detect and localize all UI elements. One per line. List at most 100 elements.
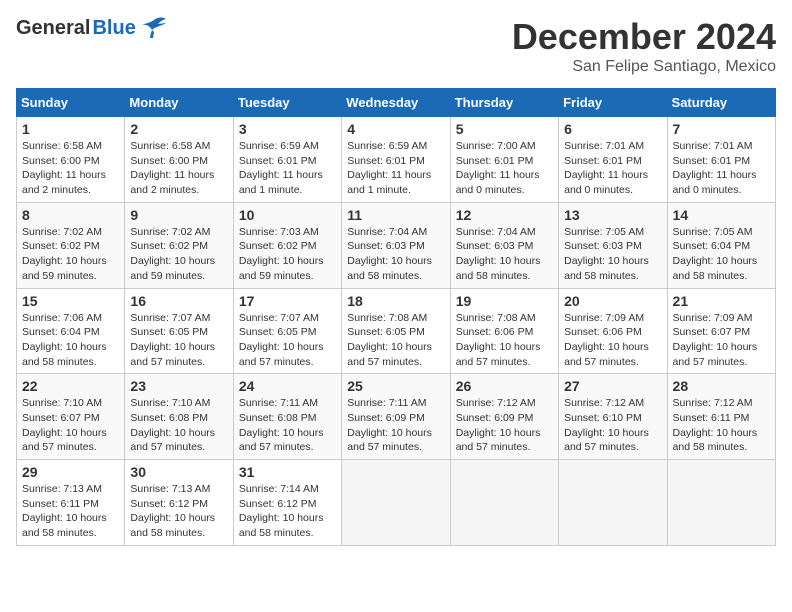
- logo-bird-icon: [140, 16, 168, 40]
- day-info: Sunrise: 7:04 AM Sunset: 6:03 PM Dayligh…: [456, 225, 553, 284]
- calendar-week-row: 29Sunrise: 7:13 AM Sunset: 6:11 PM Dayli…: [17, 460, 776, 546]
- calendar-cell: 19 Sunrise: 7:08 AM Sunset: 6:06 PM Dayli…: [450, 288, 558, 374]
- day-info: Sunrise: 7:01 AM Sunset: 6:01 PM Dayligh…: [564, 139, 661, 198]
- day-info: Sunrise: 6:58 AM Sunset: 6:00 PM Dayligh…: [130, 139, 227, 198]
- calendar-body: 1Sunrise: 6:58 AM Sunset: 6:00 PM Daylig…: [17, 117, 776, 546]
- calendar-cell: 31 Sunrise: 7:14 AM Sunset: 6:12 PM Dayli…: [233, 460, 341, 546]
- calendar-cell: [559, 460, 667, 546]
- calendar-cell: 24 Sunrise: 7:11 AM Sunset: 6:08 PM Dayli…: [233, 374, 341, 460]
- day-number: 12: [456, 207, 553, 223]
- logo-blue-text: Blue: [92, 17, 135, 40]
- day-number: 28: [673, 378, 770, 394]
- day-info: Sunrise: 7:03 AM Sunset: 6:02 PM Dayligh…: [239, 225, 336, 284]
- day-number: 11: [347, 207, 444, 223]
- calendar-cell: 4 Sunrise: 6:59 AM Sunset: 6:01 PM Daylig…: [342, 117, 450, 203]
- calendar-table: SundayMondayTuesdayWednesdayThursdayFrid…: [16, 88, 776, 546]
- calendar-cell: 3 Sunrise: 6:59 AM Sunset: 6:01 PM Daylig…: [233, 117, 341, 203]
- day-number: 24: [239, 378, 336, 394]
- day-number: 14: [673, 207, 770, 223]
- day-info: Sunrise: 7:09 AM Sunset: 6:06 PM Dayligh…: [564, 311, 661, 370]
- day-number: 25: [347, 378, 444, 394]
- calendar-cell: 2 Sunrise: 6:58 AM Sunset: 6:00 PM Daylig…: [125, 117, 233, 203]
- calendar-week-row: 15Sunrise: 7:06 AM Sunset: 6:04 PM Dayli…: [17, 288, 776, 374]
- day-info: Sunrise: 6:59 AM Sunset: 6:01 PM Dayligh…: [347, 139, 444, 198]
- day-number: 4: [347, 121, 444, 137]
- calendar-cell: 12 Sunrise: 7:04 AM Sunset: 6:03 PM Dayli…: [450, 202, 558, 288]
- calendar-week-row: 1Sunrise: 6:58 AM Sunset: 6:00 PM Daylig…: [17, 117, 776, 203]
- calendar-cell: 13 Sunrise: 7:05 AM Sunset: 6:03 PM Dayli…: [559, 202, 667, 288]
- calendar-cell: 28 Sunrise: 7:12 AM Sunset: 6:11 PM Dayli…: [667, 374, 775, 460]
- calendar-cell: 23 Sunrise: 7:10 AM Sunset: 6:08 PM Dayli…: [125, 374, 233, 460]
- day-number: 17: [239, 293, 336, 309]
- calendar-cell: 14 Sunrise: 7:05 AM Sunset: 6:04 PM Dayli…: [667, 202, 775, 288]
- calendar-cell: 21Sunrise: 7:09 AM Sunset: 6:07 PM Dayli…: [667, 288, 775, 374]
- month-title: December 2024: [512, 16, 776, 58]
- day-info: Sunrise: 7:05 AM Sunset: 6:03 PM Dayligh…: [564, 225, 661, 284]
- day-info: Sunrise: 7:12 AM Sunset: 6:10 PM Dayligh…: [564, 396, 661, 455]
- calendar-cell: [342, 460, 450, 546]
- day-info: Sunrise: 7:04 AM Sunset: 6:03 PM Dayligh…: [347, 225, 444, 284]
- day-number: 15: [22, 293, 119, 309]
- calendar-cell: 1Sunrise: 6:58 AM Sunset: 6:00 PM Daylig…: [17, 117, 125, 203]
- day-info: Sunrise: 7:08 AM Sunset: 6:05 PM Dayligh…: [347, 311, 444, 370]
- calendar-cell: 9 Sunrise: 7:02 AM Sunset: 6:02 PM Daylig…: [125, 202, 233, 288]
- calendar-cell: 16Sunrise: 7:07 AM Sunset: 6:05 PM Dayli…: [125, 288, 233, 374]
- day-of-week-header: Wednesday: [342, 89, 450, 117]
- day-info: Sunrise: 7:11 AM Sunset: 6:09 PM Dayligh…: [347, 396, 444, 455]
- day-of-week-header: Monday: [125, 89, 233, 117]
- calendar-cell: 18 Sunrise: 7:08 AM Sunset: 6:05 PM Dayli…: [342, 288, 450, 374]
- day-of-week-header: Thursday: [450, 89, 558, 117]
- calendar-cell: [450, 460, 558, 546]
- day-number: 7: [673, 121, 770, 137]
- calendar-week-row: 22 Sunrise: 7:10 AM Sunset: 6:07 PM Dayli…: [17, 374, 776, 460]
- day-number: 30: [130, 464, 227, 480]
- day-of-week-header: Sunday: [17, 89, 125, 117]
- calendar-cell: 17Sunrise: 7:07 AM Sunset: 6:05 PM Dayli…: [233, 288, 341, 374]
- day-info: Sunrise: 7:10 AM Sunset: 6:07 PM Dayligh…: [22, 396, 119, 455]
- day-number: 13: [564, 207, 661, 223]
- calendar-cell: 7 Sunrise: 7:01 AM Sunset: 6:01 PM Daylig…: [667, 117, 775, 203]
- day-number: 27: [564, 378, 661, 394]
- day-info: Sunrise: 7:01 AM Sunset: 6:01 PM Dayligh…: [673, 139, 770, 198]
- day-info: Sunrise: 7:02 AM Sunset: 6:02 PM Dayligh…: [130, 225, 227, 284]
- day-info: Sunrise: 7:05 AM Sunset: 6:04 PM Dayligh…: [673, 225, 770, 284]
- day-of-week-header: Tuesday: [233, 89, 341, 117]
- day-number: 16: [130, 293, 227, 309]
- day-info: Sunrise: 7:14 AM Sunset: 6:12 PM Dayligh…: [239, 482, 336, 541]
- calendar-cell: 15Sunrise: 7:06 AM Sunset: 6:04 PM Dayli…: [17, 288, 125, 374]
- calendar-header-row: SundayMondayTuesdayWednesdayThursdayFrid…: [17, 89, 776, 117]
- day-info: Sunrise: 6:58 AM Sunset: 6:00 PM Dayligh…: [22, 139, 119, 198]
- page-header: General Blue December 2024 San Felipe Sa…: [16, 16, 776, 76]
- day-info: Sunrise: 7:08 AM Sunset: 6:06 PM Dayligh…: [456, 311, 553, 370]
- title-block: December 2024 San Felipe Santiago, Mexic…: [512, 16, 776, 76]
- calendar-cell: 6 Sunrise: 7:01 AM Sunset: 6:01 PM Daylig…: [559, 117, 667, 203]
- day-number: 23: [130, 378, 227, 394]
- logo-general-text: General: [16, 17, 90, 40]
- day-number: 2: [130, 121, 227, 137]
- calendar-cell: 5Sunrise: 7:00 AM Sunset: 6:01 PM Daylig…: [450, 117, 558, 203]
- calendar-cell: [667, 460, 775, 546]
- calendar-cell: 20Sunrise: 7:09 AM Sunset: 6:06 PM Dayli…: [559, 288, 667, 374]
- calendar-cell: 26 Sunrise: 7:12 AM Sunset: 6:09 PM Dayli…: [450, 374, 558, 460]
- day-number: 18: [347, 293, 444, 309]
- day-info: Sunrise: 7:10 AM Sunset: 6:08 PM Dayligh…: [130, 396, 227, 455]
- day-info: Sunrise: 7:12 AM Sunset: 6:09 PM Dayligh…: [456, 396, 553, 455]
- calendar-cell: 27 Sunrise: 7:12 AM Sunset: 6:10 PM Dayli…: [559, 374, 667, 460]
- location-title: San Felipe Santiago, Mexico: [512, 58, 776, 76]
- day-info: Sunrise: 7:11 AM Sunset: 6:08 PM Dayligh…: [239, 396, 336, 455]
- calendar-cell: 8Sunrise: 7:02 AM Sunset: 6:02 PM Daylig…: [17, 202, 125, 288]
- calendar-cell: 30Sunrise: 7:13 AM Sunset: 6:12 PM Dayli…: [125, 460, 233, 546]
- day-number: 6: [564, 121, 661, 137]
- day-number: 3: [239, 121, 336, 137]
- day-number: 22: [22, 378, 119, 394]
- day-number: 19: [456, 293, 553, 309]
- day-number: 9: [130, 207, 227, 223]
- day-number: 26: [456, 378, 553, 394]
- day-info: Sunrise: 7:12 AM Sunset: 6:11 PM Dayligh…: [673, 396, 770, 455]
- day-number: 31: [239, 464, 336, 480]
- calendar-cell: 29Sunrise: 7:13 AM Sunset: 6:11 PM Dayli…: [17, 460, 125, 546]
- calendar-cell: 25 Sunrise: 7:11 AM Sunset: 6:09 PM Dayli…: [342, 374, 450, 460]
- day-of-week-header: Saturday: [667, 89, 775, 117]
- day-info: Sunrise: 6:59 AM Sunset: 6:01 PM Dayligh…: [239, 139, 336, 198]
- calendar-cell: 11 Sunrise: 7:04 AM Sunset: 6:03 PM Dayli…: [342, 202, 450, 288]
